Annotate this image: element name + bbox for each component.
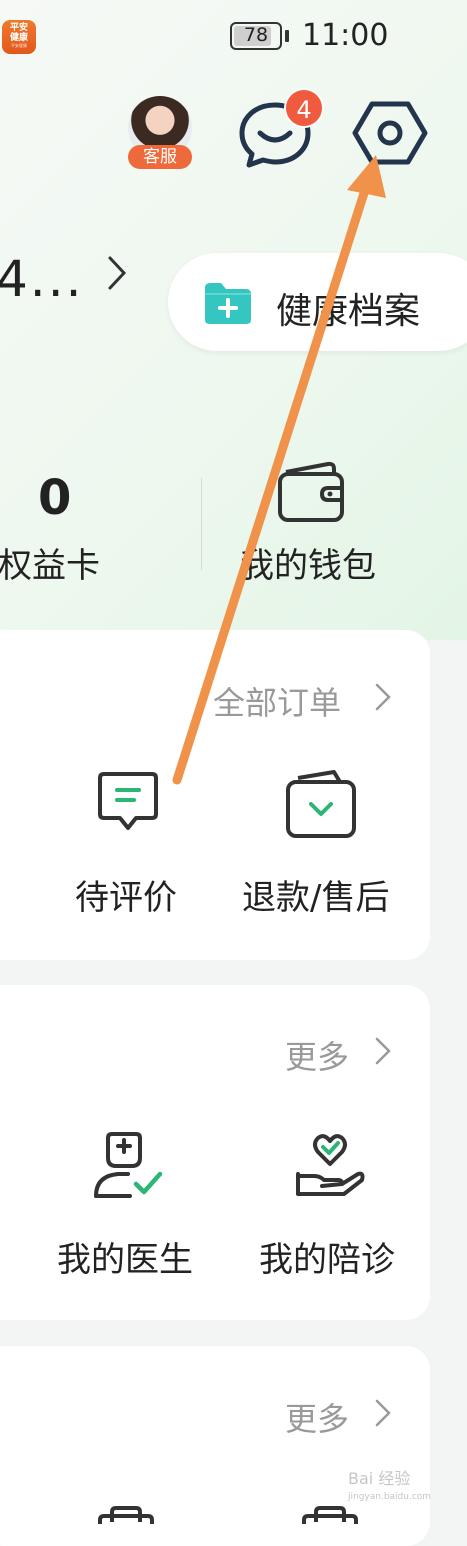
status-time: 11:00: [302, 18, 389, 53]
refund-bag-icon[interactable]: [284, 768, 358, 840]
services-more-link[interactable]: 更多: [285, 1032, 349, 1078]
battery-percent: 78: [243, 24, 269, 46]
wallet-label[interactable]: 我的钱包: [240, 538, 376, 587]
watermark: Bai 经验 jingyan.baidu.com: [348, 1469, 432, 1503]
pending-review-label[interactable]: 待评价: [75, 870, 177, 919]
third-card: [0, 1346, 430, 1546]
third-more-link[interactable]: 更多: [285, 1394, 349, 1440]
stats-divider: [201, 478, 202, 570]
my-companion-label[interactable]: 我的陪诊: [259, 1232, 395, 1281]
chevron-right-icon[interactable]: [373, 682, 393, 712]
chevron-right-icon[interactable]: [106, 254, 128, 292]
all-orders-link[interactable]: 全部订单: [213, 678, 341, 724]
user-account-id[interactable]: 4...: [0, 250, 84, 308]
briefcase-icon[interactable]: [96, 1504, 156, 1524]
battery-indicator: 78: [230, 22, 282, 50]
review-comment-icon[interactable]: [96, 770, 160, 834]
briefcase-icon[interactable]: [300, 1504, 360, 1524]
app-logo-icon: 平安 健康 平安健康: [2, 20, 36, 54]
benefit-card-label[interactable]: 权益卡: [0, 538, 100, 587]
chevron-right-icon[interactable]: [373, 1036, 393, 1066]
benefit-card-count[interactable]: 0: [38, 470, 71, 526]
customer-service-label[interactable]: 客服: [128, 145, 192, 169]
my-doctor-label[interactable]: 我的医生: [57, 1232, 193, 1281]
refund-after-sale-label[interactable]: 退款/售后: [242, 870, 389, 919]
health-folder-icon: [205, 283, 251, 324]
settings-gear-icon[interactable]: [352, 98, 428, 168]
battery-cap: [285, 30, 289, 42]
message-count-badge: 4: [284, 88, 324, 128]
doctor-icon[interactable]: [92, 1130, 164, 1200]
chevron-right-icon[interactable]: [373, 1398, 393, 1428]
companion-heart-hand-icon[interactable]: [294, 1130, 366, 1200]
wallet-icon[interactable]: [276, 458, 346, 524]
health-records-label[interactable]: 健康档案: [276, 282, 420, 334]
